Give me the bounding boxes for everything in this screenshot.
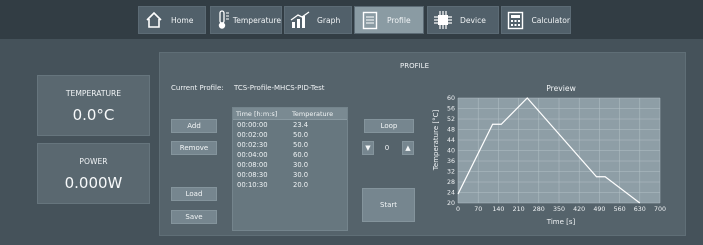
x-tick-label: 280 (533, 206, 545, 213)
power-label: POWER (79, 157, 108, 166)
temperature-cell: 23.4 (293, 121, 309, 129)
temperature-panel: TEMPERATURE 0.0°C (37, 75, 150, 136)
temperature-cell: 50.0 (293, 141, 309, 149)
power-panel: POWER 0.000W (37, 143, 150, 204)
triangle-down-icon: ▼ (365, 144, 371, 152)
nav-home-label: Home (171, 15, 194, 25)
temperature-cell: 20.0 (293, 181, 309, 189)
nav-temperature-button[interactable]: Temperature (210, 6, 282, 34)
thermometer-icon (215, 9, 231, 31)
bar-graph-icon (289, 9, 311, 31)
home-icon (143, 9, 165, 31)
save-button[interactable]: Save (171, 210, 217, 224)
time-cell: 00:10:30 (237, 181, 268, 189)
chip-icon (432, 9, 454, 31)
top-nav-bar: Home Temperature Graph Profile Device Ca… (0, 0, 703, 39)
x-ticks: 0 70 140 210 280 350 420 490 560 630 700 (456, 206, 666, 213)
table-header: Time [h:m:s] Temperature (233, 108, 347, 120)
x-tick-label: 0 (456, 206, 460, 213)
temperature-cell: 50.0 (293, 131, 309, 139)
table-row[interactable]: 00:00:00 23.4 (233, 120, 347, 130)
header-time: Time [h:m:s] (236, 110, 278, 118)
table-row[interactable]: 00:08:00 30.0 (233, 160, 347, 170)
nav-graph-label: Graph (317, 15, 341, 25)
y-tick-label: 60 (447, 95, 455, 102)
x-tick-label: 350 (553, 206, 565, 213)
y-ticks: 20 24 28 32 36 40 44 48 52 56 60 (447, 95, 455, 207)
nav-home-button[interactable]: Home (138, 6, 206, 34)
x-tick-label: 210 (513, 206, 525, 213)
x-tick-label: 560 (614, 206, 626, 213)
nav-profile-label: Profile (387, 15, 411, 25)
current-profile-label: Current Profile: (171, 84, 224, 92)
temperature-cell: 60.0 (293, 151, 309, 159)
nav-calculator-button[interactable]: Calculator (501, 6, 571, 34)
start-button[interactable]: Start (362, 188, 415, 222)
y-tick-label: 32 (447, 169, 455, 176)
y-tick-label: 56 (447, 106, 455, 113)
chart-title: Preview (546, 84, 576, 93)
table-row[interactable]: 00:04:00 60.0 (233, 150, 347, 160)
time-cell: 00:02:00 (237, 131, 268, 139)
time-cell: 00:08:00 (237, 161, 268, 169)
time-cell: 00:00:00 (237, 121, 268, 129)
nav-calculator-label: Calculator (531, 15, 570, 25)
calculator-icon (506, 9, 525, 31)
nav-temperature-label: Temperature (232, 15, 281, 25)
y-tick-label: 40 (447, 148, 455, 155)
current-profile-value: TCS-Profile-MHCS-PID-Test (234, 84, 325, 92)
y-tick-label: 36 (447, 158, 455, 165)
y-tick-label: 28 (447, 179, 455, 186)
loop-button[interactable]: Loop (364, 119, 414, 133)
remove-button[interactable]: Remove (171, 141, 217, 155)
x-tick-label: 140 (492, 206, 504, 213)
header-temperature: Temperature (292, 110, 334, 118)
y-tick-label: 44 (447, 137, 455, 144)
temperature-value: 0.0°C (72, 106, 115, 124)
x-tick-label: 700 (654, 206, 666, 213)
x-tick-label: 70 (474, 206, 482, 213)
profile-title: PROFILE (400, 62, 430, 70)
nav-graph-button[interactable]: Graph (284, 6, 352, 34)
profile-table: Time [h:m:s] Temperature 00:00:00 23.4 00… (232, 107, 348, 231)
temperature-cell: 30.0 (293, 171, 309, 179)
x-axis-label: Time [s] (546, 218, 576, 226)
power-value: 0.000W (64, 174, 123, 192)
y-tick-label: 48 (447, 127, 455, 134)
add-button[interactable]: Add (171, 119, 217, 133)
loop-count-value: 0 (384, 144, 390, 152)
temperature-cell: 30.0 (293, 161, 309, 169)
y-tick-label: 20 (447, 200, 455, 207)
time-cell: 00:04:00 (237, 151, 268, 159)
triangle-up-icon: ▲ (405, 144, 411, 152)
time-cell: 00:08:30 (237, 171, 268, 179)
loop-decrement-button[interactable]: ▼ (362, 141, 374, 155)
y-tick-label: 24 (447, 190, 455, 197)
load-button[interactable]: Load (171, 187, 217, 201)
y-tick-label: 52 (447, 116, 455, 123)
nav-device-button[interactable]: Device (427, 6, 499, 34)
x-tick-label: 420 (573, 206, 585, 213)
preview-chart-svg: Preview 0 70 140 210 280 350 420 490 560 630 700 2… (432, 84, 666, 226)
nav-device-label: Device (460, 15, 486, 25)
document-icon (359, 9, 381, 31)
time-cell: 00:02:30 (237, 141, 268, 149)
preview-chart: Preview 0 70 140 210 280 350 420 490 560 630 700 2… (430, 80, 670, 230)
x-tick-label: 490 (593, 206, 605, 213)
table-row[interactable]: 00:08:30 30.0 (233, 170, 347, 180)
table-row[interactable]: 00:02:00 50.0 (233, 130, 347, 140)
nav-profile-button[interactable]: Profile (354, 6, 424, 34)
table-row[interactable]: 00:02:30 50.0 (233, 140, 347, 150)
y-axis-label: Temperature [°C] (432, 110, 440, 172)
x-tick-label: 630 (634, 206, 646, 213)
loop-increment-button[interactable]: ▲ (402, 141, 414, 155)
table-row[interactable]: 00:10:30 20.0 (233, 180, 347, 190)
temperature-label: TEMPERATURE (65, 89, 122, 98)
